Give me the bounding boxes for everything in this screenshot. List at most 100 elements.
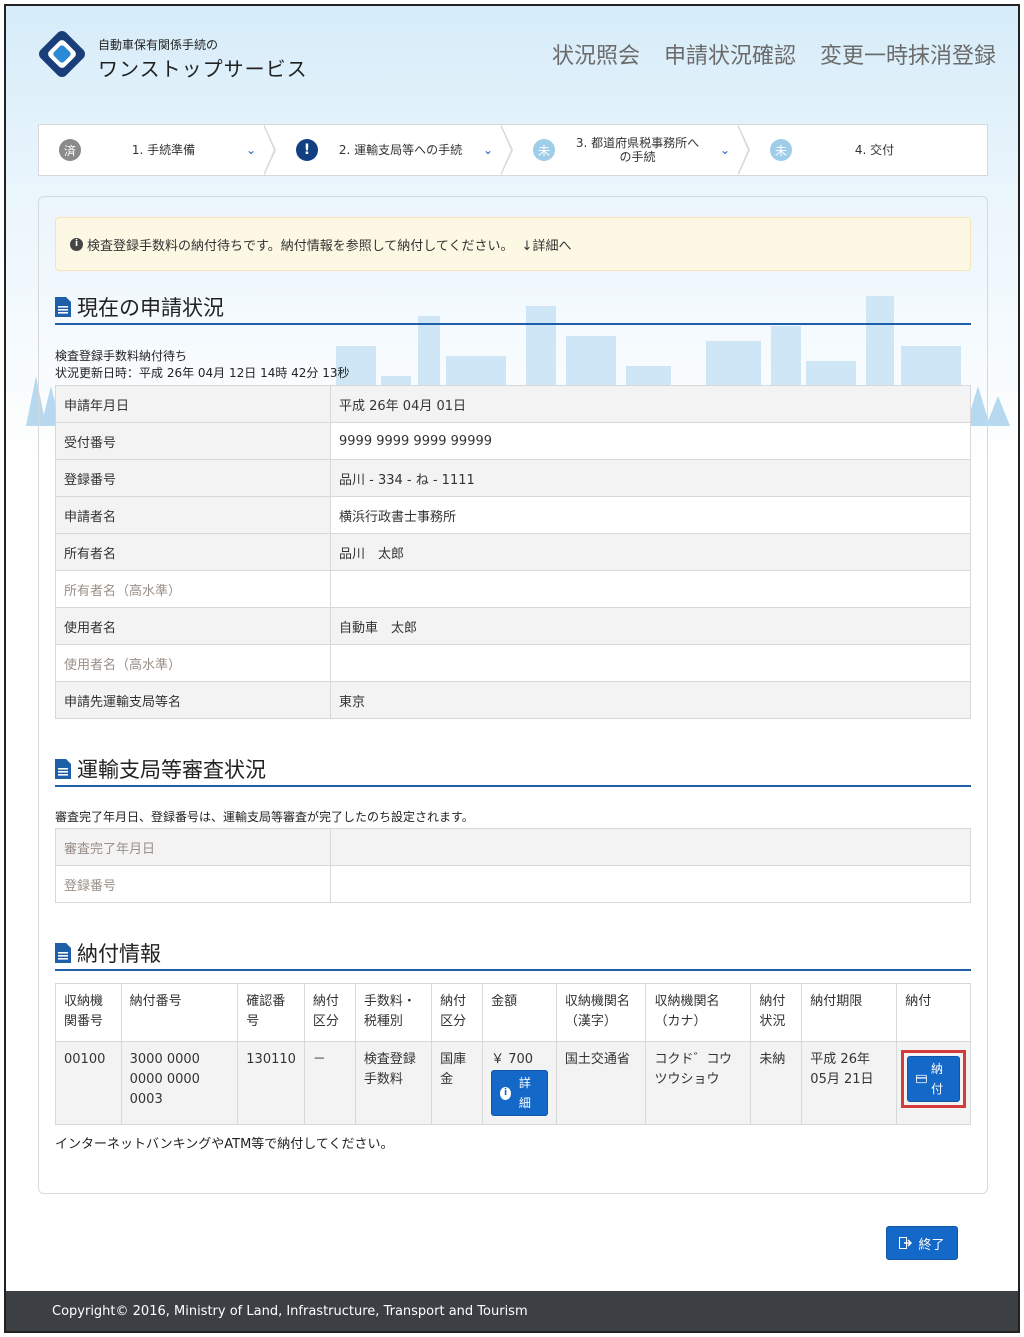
column-header: 納付区分 xyxy=(431,983,484,1042)
progress-steps: 済 1. 手続準備 ⌄ ! 2. 運輸支局等への手続 ⌄ 未 3. 都道府県税事… xyxy=(38,124,988,176)
row-value: 横浜行政書士事務所 xyxy=(330,496,971,534)
info-icon: i xyxy=(70,237,83,251)
row-label: 使用者名 xyxy=(55,607,331,645)
pay-button-label: 納付 xyxy=(931,1062,944,1096)
cell-pay-no: 3000 0000 0000 0000 0003 xyxy=(120,1041,239,1125)
row-value: 東京 xyxy=(330,681,971,719)
table-row: 所有者名 品川 太郎 xyxy=(55,533,971,571)
cell-pay: 納付 xyxy=(896,1041,971,1125)
column-header: 確認番号 xyxy=(237,983,305,1042)
row-label: 登録番号 xyxy=(55,865,331,903)
step-tax-office[interactable]: 未 3. 都道府県税事務所への手続 ⌄ xyxy=(500,124,750,176)
card-icon xyxy=(916,1074,928,1084)
row-label: 申請者名 xyxy=(55,496,331,534)
cell-pay-division: 国庫金 xyxy=(431,1041,484,1125)
cell-org-kana: コクド゛コウツウショウ xyxy=(645,1041,752,1125)
row-label: 申請先運輸支局等名 xyxy=(55,681,331,719)
detail-button[interactable]: i 詳細 xyxy=(491,1070,548,1116)
copyright-text: Copyright© 2016, Ministry of Land, Infra… xyxy=(52,1303,528,1319)
section-title: 現在の申請状況 xyxy=(77,296,224,320)
table-row: 申請先運輸支局等名 東京 xyxy=(55,681,971,719)
pay-button[interactable]: 納付 xyxy=(907,1056,960,1102)
column-header: 収納機関名（漢字） xyxy=(555,983,647,1042)
document-icon xyxy=(55,943,71,963)
section-title: 運輸支局等審査状況 xyxy=(77,758,266,782)
step-label: 1. 手続準備 xyxy=(131,143,196,157)
row-label: 審査完了年月日 xyxy=(55,828,331,866)
section-current-status: 現在の申請状況 xyxy=(55,291,971,325)
cell-confirm-no: 130110 xyxy=(237,1041,305,1125)
review-table: 審査完了年月日 登録番号 xyxy=(55,828,971,903)
row-value: 品川 - 334 - ね - 1111 xyxy=(330,459,971,497)
table-row: 申請年月日 平成 26年 04月 01日 xyxy=(55,385,971,423)
alert-detail-label: 詳細へ xyxy=(532,238,572,254)
row-value xyxy=(330,644,971,682)
row-value: 品川 太郎 xyxy=(330,533,971,571)
nav-status-inquiry[interactable]: 状況照会 xyxy=(552,38,640,70)
section-review-status: 運輸支局等審査状況 xyxy=(55,753,971,787)
section-title: 納付情報 xyxy=(77,942,161,966)
step-status-badge: 未 xyxy=(770,139,792,161)
detail-button-label: 詳細 xyxy=(518,1076,531,1110)
row-label: 所有者名（高水準） xyxy=(55,570,331,608)
column-header: 納付状況 xyxy=(750,983,803,1042)
logo-diamond-icon[interactable] xyxy=(36,28,88,80)
cell-org-kanji: 国土交通省 xyxy=(555,1041,647,1125)
chevron-down-icon: ⌄ xyxy=(483,143,494,157)
document-icon xyxy=(55,297,71,317)
cell-fee-type: 検査登録手数料 xyxy=(354,1041,433,1125)
step-preparation[interactable]: 済 1. 手続準備 ⌄ xyxy=(39,125,276,175)
alert-detail-link[interactable]: ↓詳細へ xyxy=(522,235,572,254)
table-row: 登録番号 品川 - 334 - ね - 1111 xyxy=(55,459,971,497)
row-value xyxy=(330,570,971,608)
row-label: 使用者名（高水準） xyxy=(55,644,331,682)
end-button-label: 終了 xyxy=(918,1237,945,1253)
end-button[interactable]: 終了 xyxy=(886,1226,958,1260)
row-label: 受付番号 xyxy=(55,422,331,460)
table-row: 所有者名（高水準） xyxy=(55,570,971,608)
arrow-down-icon: ↓ xyxy=(521,238,533,254)
column-header: 納付 xyxy=(896,983,971,1042)
amount-value: ￥ 700 xyxy=(491,1052,534,1067)
table-row: 受付番号 9999 9999 9999 99999 xyxy=(55,422,971,460)
table-row: 申請者名 横浜行政書士事務所 xyxy=(55,496,971,534)
cell-division: － xyxy=(303,1041,356,1125)
row-value: 自動車 太郎 xyxy=(330,607,971,645)
logo-title: ワンストップサービス xyxy=(98,57,308,81)
footer: Copyright© 2016, Ministry of Land, Infra… xyxy=(6,1291,1018,1331)
cell-org-no: 00100 xyxy=(55,1041,122,1125)
row-value: 9999 9999 9999 99999 xyxy=(330,422,971,460)
table-row: 審査完了年月日 xyxy=(55,828,971,866)
row-label: 申請年月日 xyxy=(55,385,331,423)
step-status-badge: 済 xyxy=(59,139,81,161)
status-updated: 状況更新日時：平成 26年 04月 12日 14時 42分 13秒 xyxy=(55,366,350,380)
chevron-down-icon: ⌄ xyxy=(720,143,731,157)
pay-button-highlight: 納付 xyxy=(901,1050,966,1108)
nav-application-status[interactable]: 申請状況確認 xyxy=(664,38,796,70)
cell-status: 未納 xyxy=(750,1041,803,1125)
table-row: 00100 3000 0000 0000 0000 0003 130110 － … xyxy=(55,1041,971,1125)
row-label: 登録番号 xyxy=(55,459,331,497)
top-nav: 状況照会 申請状況確認 変更一時抹消登録 xyxy=(552,38,996,70)
step-status-badge: 未 xyxy=(533,139,555,161)
step-delivery: 未 4. 交付 xyxy=(737,124,987,176)
document-icon xyxy=(55,759,71,779)
main-panel: i 検査登録手数料の納付待ちです。納付情報を参照して納付してください。 ↓詳細へ… xyxy=(38,196,988,1194)
column-header: 納付区分 xyxy=(303,983,356,1042)
nav-change-registration[interactable]: 変更一時抹消登録 xyxy=(820,38,996,70)
step-transport-bureau[interactable]: ! 2. 運輸支局等への手続 ⌄ xyxy=(263,124,513,176)
cell-deadline: 平成 26年 05月 21日 xyxy=(801,1041,898,1125)
row-value xyxy=(330,865,971,903)
column-header: 納付期限 xyxy=(801,983,898,1042)
row-value: 平成 26年 04月 01日 xyxy=(330,385,971,423)
table-header-row: 収納機関番号 納付番号 確認番号 納付区分 手数料・税種別 納付区分 金額 収納… xyxy=(55,983,971,1042)
section-payment-info: 納付情報 xyxy=(55,937,971,971)
info-icon: i xyxy=(500,1086,511,1100)
logo-subtitle: 自動車保有関係手続の xyxy=(98,38,219,52)
column-header: 納付番号 xyxy=(120,983,239,1042)
alert-text: 検査登録手数料の納付待ちです。納付情報を参照して納付してください。 xyxy=(87,238,514,254)
table-row: 登録番号 xyxy=(55,865,971,903)
step-label: 2. 運輸支局等への手続 xyxy=(338,143,463,157)
cell-amount: ￥ 700 i 詳細 xyxy=(482,1041,557,1125)
step-status-badge: ! xyxy=(296,139,318,161)
